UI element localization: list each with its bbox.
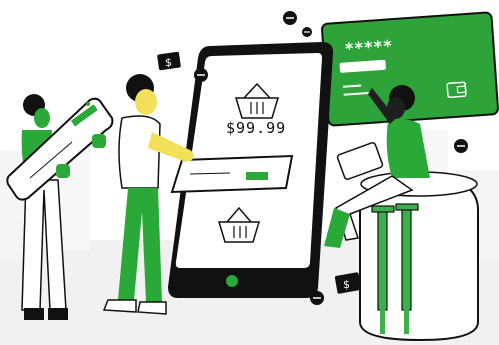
credit-card-icon: ***** (321, 11, 499, 127)
home-button (226, 275, 238, 287)
minus-coin-icon (302, 27, 312, 37)
banknote-icon: $ (157, 51, 181, 71)
card-masked-number: ***** (344, 36, 393, 58)
payment-card-small (170, 154, 294, 194)
minus-coin-icon (283, 11, 297, 25)
price-label: $99.99 (226, 119, 286, 137)
minus-coin-icon (310, 291, 324, 305)
minus-coin-icon (454, 139, 468, 153)
minus-coin-icon (194, 68, 208, 82)
banknote-symbol: $ (343, 278, 350, 291)
banknote-symbol: $ (165, 56, 172, 69)
online-payment-illustration: ***** $99.99 $ $ (0, 11, 499, 345)
